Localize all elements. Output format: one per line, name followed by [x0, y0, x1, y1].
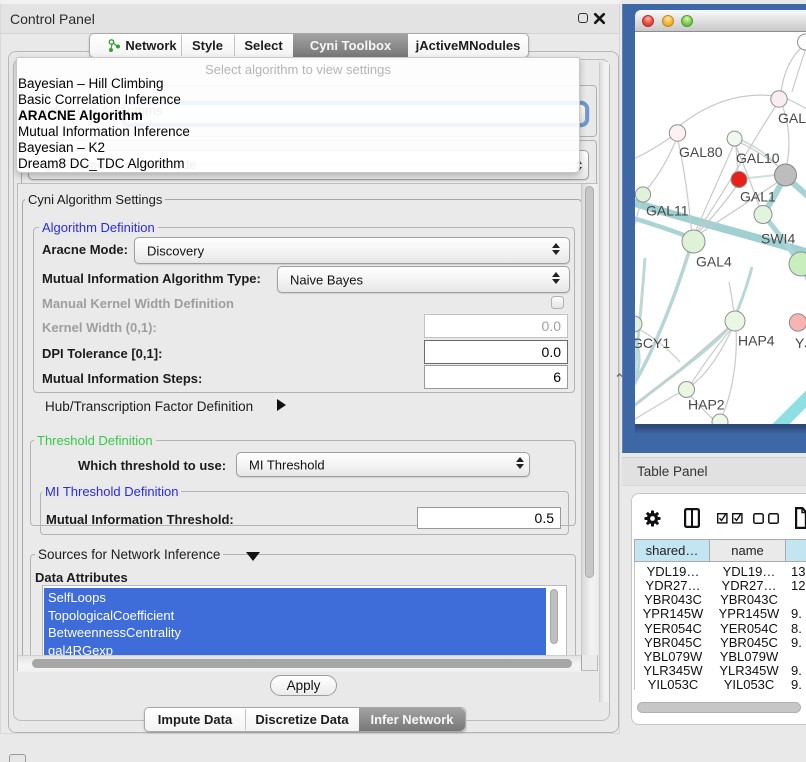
svg-text:GAL80: GAL80 [679, 144, 723, 160]
svg-text:GAL7: GAL7 [778, 110, 806, 126]
svg-text:GCY1: GCY1 [635, 335, 670, 351]
svg-text:HAP4: HAP4 [738, 333, 775, 349]
svg-text:GAL10: GAL10 [736, 150, 780, 166]
svg-text:GAL11: GAL11 [646, 203, 689, 219]
svg-text:HAP2: HAP2 [688, 397, 725, 413]
svg-text:GAL4: GAL4 [696, 254, 732, 270]
svg-text:SWI4: SWI4 [761, 231, 795, 247]
svg-text:GAL1: GAL1 [740, 189, 776, 205]
svg-text:YJ: YJ [795, 335, 806, 351]
